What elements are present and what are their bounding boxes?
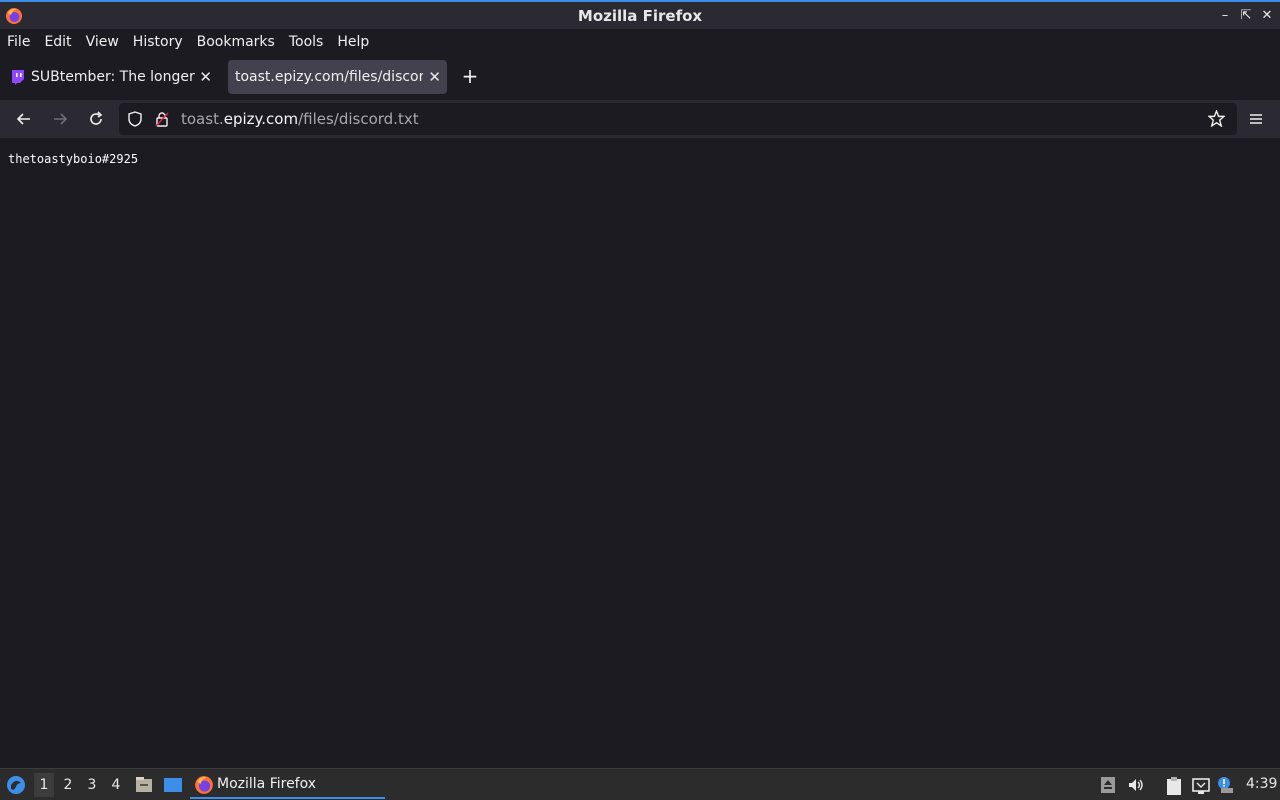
menu-tools[interactable]: Tools	[289, 34, 324, 50]
menu-view[interactable]: View	[86, 34, 119, 50]
notification-icon[interactable]	[1217, 776, 1235, 794]
forward-arrow-icon	[54, 113, 68, 125]
minimize-icon[interactable]: –	[1216, 6, 1234, 24]
window-titlebar: Mozilla Firefox – ⇱ ✕	[0, 0, 1280, 29]
tab-subtember[interactable]: SUBtember: The longer tl ✕	[4, 60, 218, 94]
page-content: thetoastyboio#2925	[0, 138, 1280, 768]
url-prefix: toast.	[181, 110, 224, 128]
menu-bar: File Edit View History Bookmarks Tools H…	[0, 29, 1280, 54]
tab-close-icon[interactable]: ✕	[199, 68, 212, 86]
shield-icon[interactable]	[127, 111, 143, 127]
navigation-toolbar: toast.epizy.com/files/discord.txt	[0, 100, 1280, 138]
workspace-3[interactable]: 3	[82, 777, 102, 793]
url-path: /files/discord.txt	[298, 110, 419, 128]
taskbar-clock[interactable]: 4:39	[1246, 776, 1277, 792]
menu-edit[interactable]: Edit	[44, 34, 71, 50]
reload-button[interactable]	[85, 108, 107, 130]
menu-history[interactable]: History	[133, 34, 183, 50]
start-menu-icon[interactable]	[6, 775, 26, 795]
workspace-1[interactable]: 1	[34, 773, 54, 797]
back-arrow-icon	[16, 113, 30, 125]
workspace-4[interactable]: 4	[106, 777, 126, 793]
desktop-icon[interactable]	[162, 775, 184, 795]
plain-text-body: thetoastyboio#2925	[8, 152, 139, 166]
window-title: Mozilla Firefox	[577, 6, 703, 25]
tab-strip: SUBtember: The longer tl ✕ toast.epizy.c…	[0, 54, 1280, 100]
hamburger-menu-icon	[1250, 114, 1262, 124]
bookmark-star-icon[interactable]	[1208, 110, 1225, 127]
tab-label: toast.epizy.com/files/discord.txt	[235, 69, 423, 85]
twitch-icon	[12, 70, 24, 85]
file-manager-icon[interactable]	[134, 775, 154, 795]
clipboard-icon[interactable]	[1164, 776, 1184, 796]
network-icon[interactable]	[1191, 776, 1211, 796]
reload-icon	[90, 111, 103, 125]
volume-icon[interactable]	[1127, 776, 1145, 794]
firefox-logo-icon	[6, 8, 22, 24]
taskbar: 1 2 3 4 Mozilla Firefox 4:39	[0, 768, 1280, 800]
tab-close-icon[interactable]: ✕	[428, 68, 441, 86]
tab-label: SUBtember: The longer tl	[31, 69, 195, 85]
url-text[interactable]: toast.epizy.com/files/discord.txt	[181, 110, 419, 128]
new-tab-button[interactable]: +	[459, 64, 481, 88]
menu-file[interactable]: File	[7, 34, 30, 50]
address-bar[interactable]: toast.epizy.com/files/discord.txt	[119, 103, 1237, 135]
forward-button[interactable]	[49, 108, 71, 130]
back-button[interactable]	[13, 108, 35, 130]
app-menu-button[interactable]	[1245, 108, 1267, 130]
tab-discord-txt[interactable]: toast.epizy.com/files/discord.txt ✕	[228, 60, 447, 94]
url-host: epizy.com	[223, 110, 299, 128]
restore-icon[interactable]: ⇱	[1237, 6, 1255, 24]
lock-icon[interactable]	[154, 111, 170, 127]
close-window-icon[interactable]: ✕	[1258, 6, 1276, 24]
taskbar-firefox-button[interactable]: Mozilla Firefox	[190, 771, 385, 799]
menu-bookmarks[interactable]: Bookmarks	[197, 34, 275, 50]
tray-updates-icon[interactable]	[1099, 776, 1117, 794]
menu-help[interactable]: Help	[337, 34, 369, 50]
workspace-2[interactable]: 2	[58, 777, 78, 793]
taskbar-app-label: Mozilla Firefox	[217, 776, 317, 792]
firefox-logo-icon	[195, 776, 213, 794]
